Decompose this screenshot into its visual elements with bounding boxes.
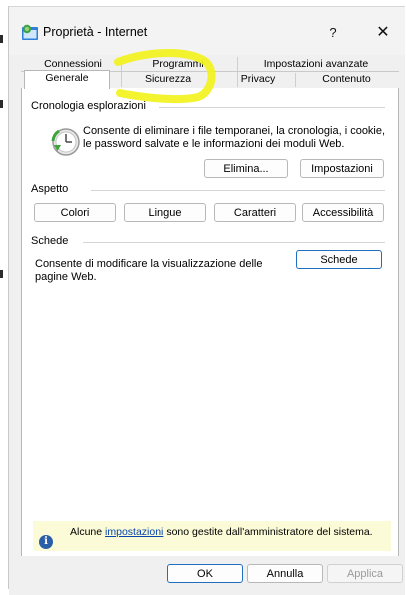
background-edge-mark xyxy=(0,270,3,278)
notice-prefix: Alcune xyxy=(70,526,106,538)
tabs-settings-button[interactable]: Schede xyxy=(296,250,382,269)
accessibility-button[interactable]: Accessibilità xyxy=(302,203,384,222)
title-bar[interactable]: Proprietà - Internet ? ✕ xyxy=(9,7,405,55)
admin-notice-text: Alcune impostazioni sono gestite dall'am… xyxy=(70,526,373,538)
tab-sicurezza[interactable]: Sicurezza xyxy=(113,72,223,88)
info-icon: i xyxy=(39,535,53,549)
close-button[interactable]: ✕ xyxy=(361,17,405,47)
tabs-group-heading: Schede xyxy=(31,235,69,247)
help-button[interactable]: ? xyxy=(311,17,355,47)
tab-separator xyxy=(295,73,296,87)
background-edge-mark xyxy=(0,35,3,43)
history-description-line2: le password salvate e le informazioni de… xyxy=(83,138,345,150)
history-group-heading: Cronologia esplorazioni xyxy=(31,100,146,112)
tab-privacy[interactable]: Privacy xyxy=(223,72,293,88)
group-divider xyxy=(83,242,385,243)
history-settings-button[interactable]: Impostazioni xyxy=(300,159,384,178)
languages-button[interactable]: Lingue xyxy=(124,203,206,222)
tab-contenuto[interactable]: Contenuto xyxy=(299,72,394,88)
history-description-line1: Consente di eliminare i file temporanei,… xyxy=(83,125,386,137)
colors-button[interactable]: Colori xyxy=(34,203,116,222)
internet-options-icon xyxy=(22,24,38,40)
tabs-description-line1: Consente di modificare la visualizzazion… xyxy=(35,258,263,270)
tab-generale[interactable]: Generale xyxy=(24,70,110,89)
group-divider xyxy=(159,107,385,108)
internet-properties-dialog: Proprietà - Internet ? ✕ Connessioni Pro… xyxy=(8,6,405,595)
ok-button[interactable]: OK xyxy=(167,564,243,583)
history-clock-icon xyxy=(51,128,80,156)
notice-suffix: sono gestite dall'amministratore del sis… xyxy=(163,526,373,538)
cancel-button[interactable]: Annulla xyxy=(247,564,323,583)
window-title: Proprietà - Internet xyxy=(43,25,148,39)
apply-button[interactable]: Applica xyxy=(327,564,403,583)
notice-settings-link[interactable]: impostazioni xyxy=(105,526,163,538)
delete-history-button[interactable]: Elimina... xyxy=(204,159,288,178)
tabs-description-line2: pagine Web. xyxy=(35,271,97,283)
background-edge-mark xyxy=(0,100,3,108)
fonts-button[interactable]: Caratteri xyxy=(214,203,296,222)
appearance-group-heading: Aspetto xyxy=(31,183,69,195)
group-divider xyxy=(91,190,385,191)
